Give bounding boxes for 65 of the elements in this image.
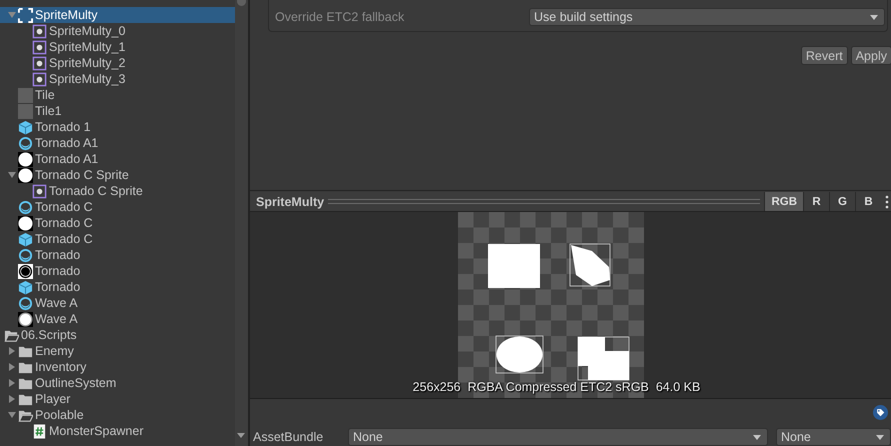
dropdown[interactable]: None: [776, 428, 891, 446]
tree-row[interactable]: Tornado C: [0, 215, 235, 231]
blob-texture-icon: [18, 152, 33, 166]
ring-texture-icon: [18, 264, 33, 278]
tree-row[interactable]: Tornado C Sprite: [0, 167, 235, 183]
dropdown[interactable]: Use build settings: [529, 8, 885, 26]
tree-row[interactable]: SpriteMulty_2: [0, 55, 235, 71]
sprite-icon: [32, 184, 47, 198]
script-icon: [32, 424, 47, 438]
blob-texture-icon: [18, 168, 33, 182]
tree-row[interactable]: Wave A: [0, 311, 235, 327]
channel-button[interactable]: RGB: [764, 192, 803, 211]
scrollbar[interactable]: [235, 0, 248, 446]
ring-icon: [18, 136, 33, 150]
tree-row[interactable]: Tornado: [0, 279, 235, 295]
tree-row[interactable]: Tornado 1: [0, 119, 235, 135]
tree-row[interactable]: Tornado A1: [0, 151, 235, 167]
selected-tree-row[interactable]: SpriteMulty: [0, 7, 235, 23]
caret-icon: [753, 434, 761, 440]
tree-row[interactable]: Tornado A1: [0, 135, 235, 151]
cube-icon: [18, 120, 33, 134]
tree-row[interactable]: 06.Scripts: [0, 327, 235, 343]
sprite-icon: [32, 24, 47, 38]
tree-row[interactable]: Player: [0, 391, 235, 407]
tile-icon: [18, 104, 33, 118]
ring-icon: [18, 296, 33, 310]
tree-row[interactable]: Tile1: [0, 103, 235, 119]
action-button[interactable]: Revert: [800, 46, 848, 65]
tree-row[interactable]: Tornado: [0, 247, 235, 263]
tag-icon[interactable]: [873, 405, 888, 420]
tree-row[interactable]: Tornado C Sprite: [0, 183, 235, 199]
tree-row[interactable]: Tornado: [0, 263, 235, 279]
sprite-icon: [32, 72, 47, 86]
ring-icon: [18, 248, 33, 262]
sprite-icon: [32, 40, 47, 54]
tree-row[interactable]: Wave A: [0, 295, 235, 311]
tree-row[interactable]: OutlineSystem: [0, 375, 235, 391]
scroll-down-icon[interactable]: [237, 433, 245, 438]
tree-row[interactable]: Enemy: [0, 343, 235, 359]
caret-icon: [870, 14, 878, 20]
tile-icon: [18, 88, 33, 102]
sprite-icon: [32, 56, 47, 70]
setting-label: Override ETC2 fallback: [275, 10, 406, 24]
dropdown[interactable]: None: [348, 428, 768, 446]
tree-row[interactable]: Inventory: [0, 359, 235, 375]
preview-title: SpriteMulty: [256, 194, 324, 208]
cube-icon: [18, 232, 33, 246]
tree-row[interactable]: Tornado C: [0, 231, 235, 247]
collapse-arrow-icon[interactable]: [8, 12, 16, 18]
blob-texture-icon: [18, 216, 33, 230]
texture-info: 256x256 RGBA Compressed ETC2 sRGB 64.0 KB: [412, 380, 702, 394]
tree-row[interactable]: SpriteMulty_0: [0, 23, 235, 39]
tree-row[interactable]: Tornado C: [0, 199, 235, 215]
tree-row[interactable]: MonsterSpawner: [0, 423, 235, 439]
tree-row[interactable]: Tile: [0, 87, 235, 103]
caret-icon: [876, 434, 884, 440]
assetbundle-label: AssetBundle: [252, 430, 324, 444]
action-button[interactable]: Apply: [850, 46, 891, 65]
ring-icon: [18, 200, 33, 214]
tree-row[interactable]: SpriteMulty_3: [0, 71, 235, 87]
glow-texture-icon: [18, 312, 33, 326]
tree-row[interactable]: SpriteMulty_1: [0, 39, 235, 55]
tree-row[interactable]: Poolable: [0, 407, 235, 423]
cube-icon: [18, 280, 33, 294]
more-icon[interactable]: [885, 194, 889, 208]
